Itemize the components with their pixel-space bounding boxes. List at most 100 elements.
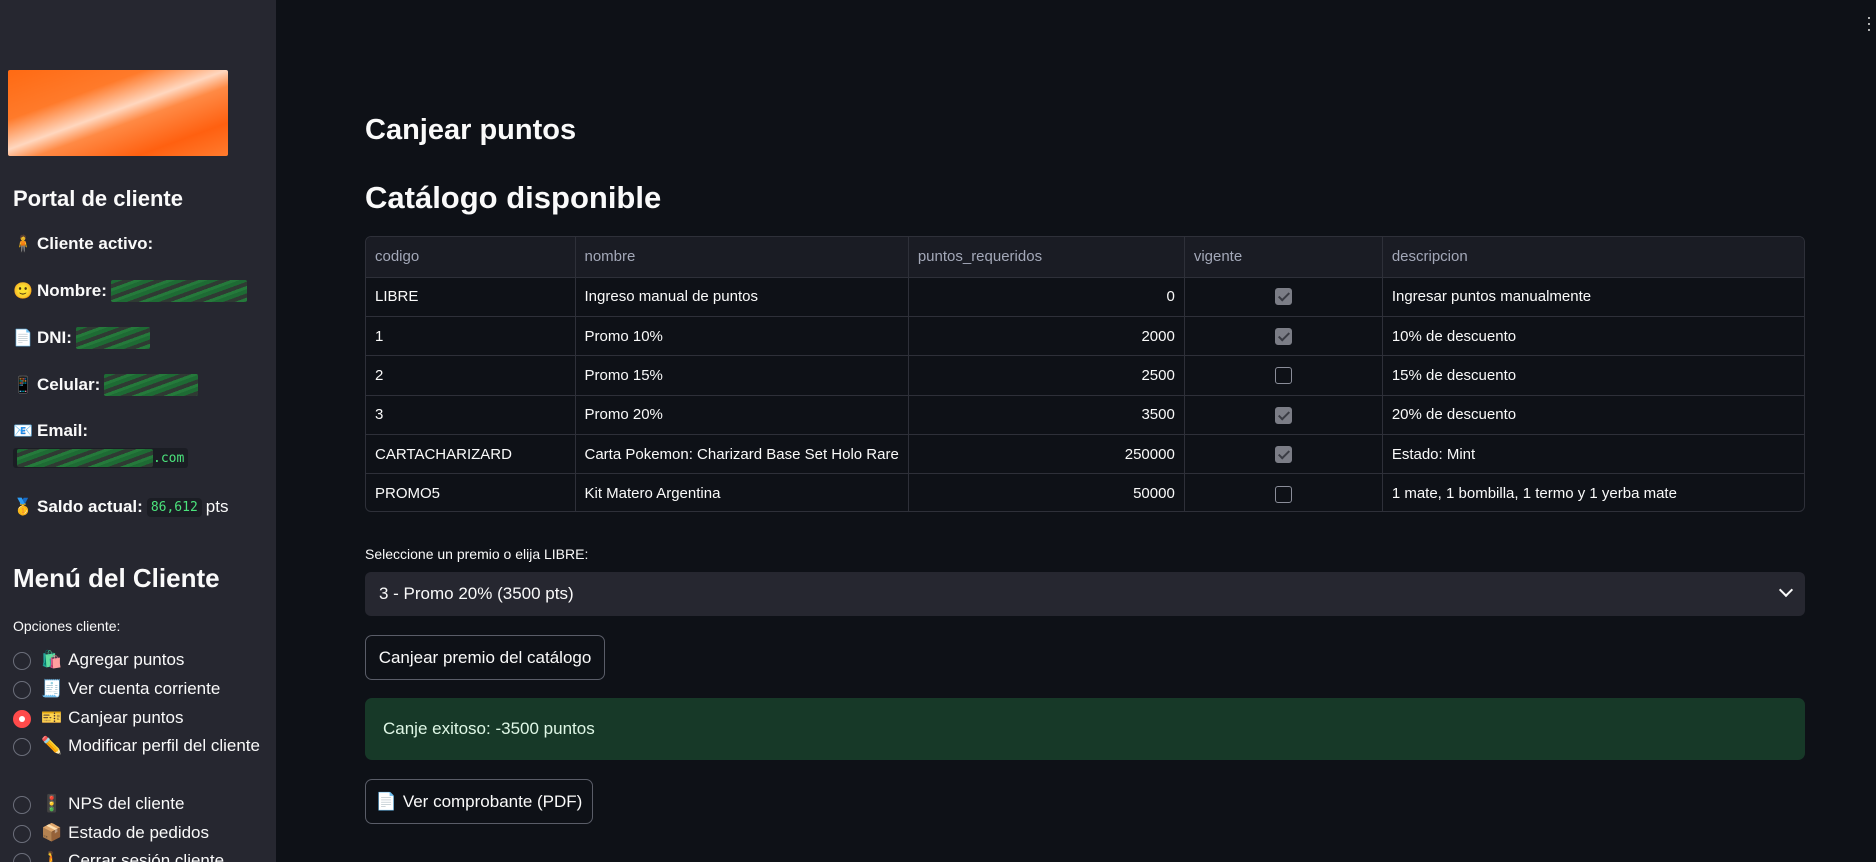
dni-label: DNI: xyxy=(37,328,72,347)
cell-puntos[interactable]: 50000 xyxy=(908,473,1185,511)
cell-vigente[interactable] xyxy=(1184,355,1383,396)
cell-vigente[interactable] xyxy=(1184,395,1383,436)
table-row: 1 Promo 10% 2000 10% de descuento xyxy=(366,316,1804,357)
pencil-icon: ✏️ xyxy=(41,736,63,755)
table-row: LIBRE Ingreso manual de puntos 0 Ingresa… xyxy=(366,277,1804,317)
radio-button[interactable] xyxy=(13,825,31,843)
column-header-puntos[interactable]: puntos_requeridos xyxy=(908,237,1185,278)
name-redacted xyxy=(110,280,247,302)
cell-nombre[interactable]: Promo 15% xyxy=(575,355,909,396)
package-icon: 📦 xyxy=(41,823,63,842)
cell-nombre[interactable]: Kit Matero Argentina xyxy=(575,473,909,511)
cell-puntos[interactable]: 0 xyxy=(908,277,1185,317)
cell-vigente[interactable] xyxy=(1184,473,1383,511)
document-icon: 📄 xyxy=(375,791,397,811)
dni-redacted xyxy=(75,327,150,349)
receipt-icon: 🧾 xyxy=(41,679,63,698)
cell-nombre[interactable]: Promo 20% xyxy=(575,395,909,436)
table-row: 3 Promo 20% 3500 20% de descuento xyxy=(366,395,1804,436)
page-title: Canjear puntos xyxy=(365,114,577,146)
name-label: Nombre: xyxy=(37,281,107,300)
column-header-descripcion[interactable]: descripcion xyxy=(1382,237,1804,278)
radio-button[interactable] xyxy=(13,853,31,862)
options-label: Opciones cliente: xyxy=(13,618,121,634)
option-modificar-perfil[interactable]: ✏️ Modificar perfil del cliente xyxy=(13,736,263,760)
cell-descripcion[interactable]: 15% de descuento xyxy=(1382,355,1804,396)
radio-button[interactable] xyxy=(13,681,31,699)
phone-label: Celular: xyxy=(37,375,101,394)
catalog-table: codigo nombre puntos_requeridos vigente … xyxy=(365,236,1805,512)
client-name-row: 🙂 Nombre: xyxy=(13,280,247,302)
client-phone-row: 📱 Celular: xyxy=(13,374,199,396)
cell-codigo[interactable]: 3 xyxy=(366,395,576,436)
checkbox-checked xyxy=(1274,288,1292,306)
view-receipt-pdf-button[interactable]: 📄 Ver comprobante (PDF) xyxy=(365,779,593,824)
redeem-button[interactable]: Canjear premio del catálogo xyxy=(365,635,605,680)
cell-nombre[interactable]: Carta Pokemon: Charizard Base Set Holo R… xyxy=(575,434,909,475)
option-cerrar-sesion[interactable]: 🚶 Cerrar sesión cliente xyxy=(13,851,263,862)
option-ver-cuenta-corriente[interactable]: 🧾 Ver cuenta corriente xyxy=(13,679,263,703)
document-icon: 📄 xyxy=(13,330,33,347)
cell-codigo[interactable]: 2 xyxy=(366,355,576,396)
cell-puntos[interactable]: 250000 xyxy=(908,434,1185,475)
cell-vigente[interactable] xyxy=(1184,277,1383,317)
table-header-row: codigo nombre puntos_requeridos vigente … xyxy=(366,237,1804,278)
ticket-icon: 🎫 xyxy=(41,708,63,727)
radio-button[interactable] xyxy=(13,652,31,670)
cell-puntos[interactable]: 2500 xyxy=(908,355,1185,396)
cell-vigente[interactable] xyxy=(1184,434,1383,475)
cell-descripcion[interactable]: Estado: Mint xyxy=(1382,434,1804,475)
cell-codigo[interactable]: CARTACHARIZARD xyxy=(366,434,576,475)
cell-codigo[interactable]: 1 xyxy=(366,316,576,357)
cell-descripcion[interactable]: 1 mate, 1 bombilla, 1 termo y 1 yerba ma… xyxy=(1382,474,1804,511)
table-row: 2 Promo 15% 2500 15% de descuento xyxy=(366,355,1804,396)
cell-puntos[interactable]: 3500 xyxy=(908,395,1185,436)
table-row: CARTACHARIZARD Carta Pokemon: Charizard … xyxy=(366,434,1804,475)
column-header-codigo[interactable]: codigo xyxy=(366,237,576,278)
client-active-row: 🧍 Cliente activo: xyxy=(13,234,153,254)
prize-select[interactable]: 3 - Promo 20% (3500 pts) xyxy=(365,572,1805,616)
option-estado-pedidos[interactable]: 📦 Estado de pedidos xyxy=(13,823,263,847)
email-redacted xyxy=(17,449,153,467)
checkbox-checked xyxy=(1274,327,1292,345)
cell-codigo[interactable]: LIBRE xyxy=(366,277,576,317)
radio-button[interactable] xyxy=(13,738,31,756)
person-icon: 🧍 xyxy=(13,236,33,253)
radio-button[interactable] xyxy=(13,796,31,814)
menu-title: Menú del Cliente xyxy=(13,563,220,593)
cell-descripcion[interactable]: Ingresar puntos manualmente xyxy=(1382,277,1804,317)
select-label: Seleccione un premio o elija LIBRE: xyxy=(365,546,589,562)
shopping-bags-icon: 🛍️ xyxy=(41,650,63,669)
balance-unit: pts xyxy=(205,497,229,516)
brand-logo xyxy=(8,70,228,156)
sidebar: Portal de cliente 🧍 Cliente activo: 🙂 No… xyxy=(0,0,276,862)
kebab-menu-icon[interactable]: · · · xyxy=(1866,8,1872,38)
checkbox-unchecked xyxy=(1274,367,1292,385)
email-value: .com xyxy=(13,448,189,468)
column-header-nombre[interactable]: nombre xyxy=(575,237,909,278)
email-icon: 📧 xyxy=(13,423,33,440)
option-label: Canjear puntos xyxy=(68,708,184,727)
column-header-vigente[interactable]: vigente xyxy=(1184,237,1383,278)
option-nps-cliente[interactable]: 🚦 NPS del cliente xyxy=(13,794,263,818)
cell-puntos[interactable]: 2000 xyxy=(908,316,1185,357)
phone-icon: 📱 xyxy=(13,377,33,394)
option-canjear-puntos[interactable]: 🎫 Canjear puntos xyxy=(13,708,263,732)
option-label: Ver cuenta corriente xyxy=(68,679,221,698)
option-label: Cerrar sesión cliente xyxy=(68,851,225,862)
table-row: PROMO5 Kit Matero Argentina 50000 1 mate… xyxy=(366,473,1804,511)
cell-vigente[interactable] xyxy=(1184,316,1383,357)
success-alert: Canje exitoso: -3500 puntos xyxy=(365,698,1805,760)
option-agregar-puntos[interactable]: 🛍️ Agregar puntos xyxy=(13,650,263,674)
balance-label: Saldo actual: xyxy=(37,497,143,516)
cell-nombre[interactable]: Ingreso manual de puntos xyxy=(575,277,909,317)
balance-row: 🥇 Saldo actual: 86,612 pts xyxy=(13,497,228,517)
cell-nombre[interactable]: Promo 10% xyxy=(575,316,909,357)
cell-descripcion[interactable]: 10% de descuento xyxy=(1382,316,1804,357)
option-label: Modificar perfil del cliente xyxy=(68,736,260,755)
cell-codigo[interactable]: PROMO5 xyxy=(366,473,576,511)
cell-descripcion[interactable]: 20% de descuento xyxy=(1382,395,1804,436)
radio-button-selected[interactable] xyxy=(13,710,31,728)
chevron-down-icon[interactable] xyxy=(1778,582,1794,598)
option-label: NPS del cliente xyxy=(68,794,185,813)
